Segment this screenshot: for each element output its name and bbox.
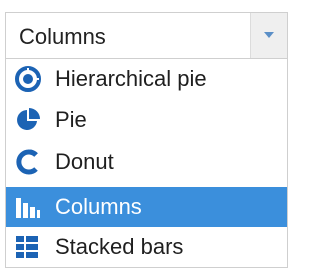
option-hierarchical-pie[interactable]: Hierarchical pie	[6, 59, 287, 99]
stacked-bars-icon	[16, 236, 38, 258]
chevron-down-icon	[264, 32, 274, 38]
hierarchical-pie-icon	[15, 66, 41, 92]
option-label: Pie	[55, 107, 87, 132]
option-label: Hierarchical pie	[55, 66, 207, 91]
select-dropdown-button[interactable]	[250, 13, 287, 58]
option-pie[interactable]: Pie	[6, 100, 287, 140]
option-donut[interactable]: Donut	[6, 142, 287, 182]
chart-type-select[interactable]: Columns	[5, 12, 288, 59]
chart-type-dropdown-list: Hierarchical pie Pie Donut Columns Stack…	[5, 59, 288, 268]
option-stacked-bars[interactable]: Stacked bars	[6, 227, 287, 267]
option-label: Stacked bars	[55, 234, 184, 259]
select-value: Columns	[19, 24, 106, 49]
option-columns[interactable]: Columns	[6, 187, 287, 227]
option-label: Donut	[55, 149, 114, 174]
columns-icon	[16, 198, 40, 218]
option-label: Columns	[55, 194, 142, 219]
donut-icon	[16, 149, 38, 175]
pie-icon	[17, 108, 40, 130]
